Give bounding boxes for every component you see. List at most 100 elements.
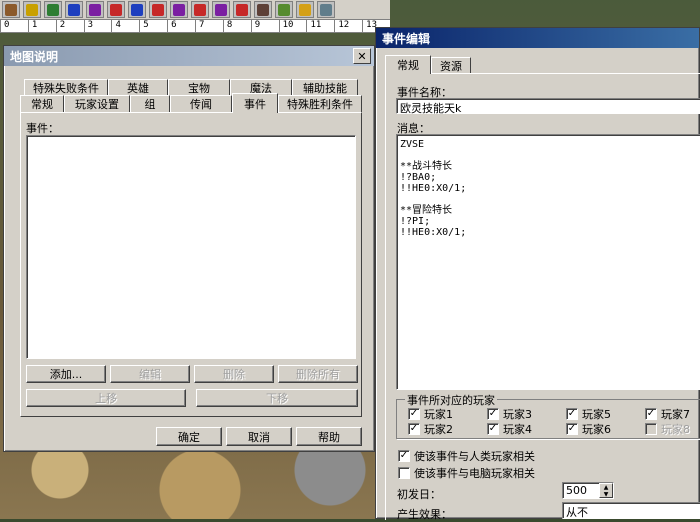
message-line: ZVSE — [400, 139, 425, 150]
pencil-icon — [26, 3, 38, 16]
ruler-tick: 1 — [27, 20, 56, 32]
toolbar-button[interactable] — [128, 1, 146, 18]
tab-event-general[interactable]: 常规 — [385, 55, 431, 74]
editor-toolbar — [0, 0, 390, 20]
ruler-tick: 10 — [278, 20, 307, 32]
tab-secondary-skills[interactable]: 辅助技能 — [292, 79, 358, 96]
message-line — [400, 194, 698, 205]
delete-all-events-button[interactable]: 删除所有 — [278, 365, 358, 383]
player-checkbox[interactable]: 玩家8 — [645, 421, 690, 437]
move-down-button[interactable]: 下移 — [196, 389, 358, 407]
message-textarea[interactable]: ZVSE **战斗特长 !?BA0; !!HE0:X0/1; **冒险特长 !?PI;… — [396, 134, 700, 390]
checkbox-label: 玩家7 — [661, 408, 690, 421]
tab-events[interactable]: 事件 — [232, 93, 278, 113]
player-checkbox[interactable]: ✓ 玩家2 — [408, 421, 453, 437]
button-label: 删除 — [223, 368, 245, 381]
toolbar-button[interactable] — [23, 1, 41, 18]
toolbar-button[interactable] — [2, 1, 20, 18]
map-ruler: 0 1 2 3 4 5 6 7 8 9 10 11 12 13 — [0, 20, 390, 33]
toolbar-button[interactable] — [296, 1, 314, 18]
human-related-checkbox[interactable]: ✓ 使该事件与人类玩家相关 — [398, 448, 535, 464]
tab-label: 特殊失败条件 — [33, 82, 99, 95]
player-checkbox[interactable]: ✓ 玩家5 — [566, 406, 611, 422]
tab-general[interactable]: 常规 — [20, 95, 64, 112]
tab-label: 常规 — [397, 59, 419, 72]
ruler-tick: 8 — [222, 20, 251, 32]
delete-event-button[interactable]: 删除 — [194, 365, 274, 383]
toolbar-button[interactable] — [86, 1, 104, 18]
events-label: 事件： — [26, 122, 59, 135]
computer-related-checkbox[interactable]: 使该事件与电脑玩家相关 — [398, 465, 535, 481]
shovel-icon — [5, 3, 17, 16]
button-label: 删除所有 — [296, 368, 340, 381]
tab-artifacts[interactable]: 宝物 — [168, 79, 230, 96]
effect-input[interactable]: 从不 — [562, 502, 700, 519]
creature-icon — [278, 3, 290, 16]
player-checkbox[interactable]: ✓ 玩家1 — [408, 406, 453, 422]
toolbar-button[interactable] — [65, 1, 83, 18]
toolbar-button[interactable] — [317, 1, 335, 18]
add-event-button[interactable]: 添加... — [26, 365, 106, 383]
checkbox-mark: ✓ — [398, 450, 410, 462]
message-line: **冒险特长 — [400, 205, 453, 216]
checkbox-label: 玩家4 — [503, 423, 532, 436]
cancel-button[interactable]: 取消 — [226, 427, 292, 446]
tab-label: 辅助技能 — [303, 82, 347, 95]
tab-heroes[interactable]: 英雄 — [108, 79, 168, 96]
building-icon — [257, 3, 269, 16]
toolbar-button[interactable] — [275, 1, 293, 18]
trophy-icon — [299, 3, 311, 16]
move-up-button[interactable]: 上移 — [26, 389, 186, 407]
close-icon[interactable]: ✕ — [353, 48, 371, 64]
toolbar-button[interactable] — [212, 1, 230, 18]
ruler-tick: 5 — [139, 20, 167, 32]
checkbox-mark — [398, 467, 410, 479]
ruler-tick: 12 — [334, 20, 362, 32]
tab-label: 英雄 — [127, 82, 149, 95]
toolbar-button[interactable] — [107, 1, 125, 18]
first-day-spinner[interactable]: ▲ ▼ — [599, 483, 613, 498]
player-checkbox[interactable]: ✓ 玩家6 — [566, 421, 611, 437]
event-name-input[interactable]: 欧灵技能天k — [396, 98, 700, 115]
player-checkbox[interactable]: ✓ 玩家4 — [487, 421, 532, 437]
event-edit-titlebar: 事件编辑 — [376, 28, 699, 48]
button-label: 下移 — [266, 392, 288, 405]
blue-flag-icon — [68, 3, 80, 16]
ruler-tick: 9 — [250, 20, 279, 32]
tab-special-defeat[interactable]: 特殊失败条件 — [24, 79, 108, 96]
ok-button[interactable]: 确定 — [156, 427, 222, 446]
tab-label: 组 — [144, 98, 156, 111]
message-line: !?PI; — [400, 216, 431, 227]
tab-special-victory[interactable]: 特殊胜利条件 — [278, 95, 362, 112]
toolbar-button[interactable] — [191, 1, 209, 18]
player-checkbox[interactable]: ✓ 玩家3 — [487, 406, 532, 422]
first-day-label: 初发日： — [397, 488, 441, 501]
effect-value: 从不 — [566, 506, 588, 519]
red-flag-icon — [236, 3, 248, 16]
toolbar-button[interactable] — [170, 1, 188, 18]
button-label: 取消 — [248, 430, 270, 444]
button-label: 添加... — [49, 368, 83, 381]
tab-player-settings[interactable]: 玩家设置 — [64, 95, 130, 112]
checkbox-mark: ✓ — [487, 423, 499, 435]
checkbox-mark: ✓ — [566, 423, 578, 435]
event-general-panel: 事件名称： 欧灵技能天k 消息： ZVSE **战斗特长 !?BA0; !!HE0:… — [385, 73, 700, 521]
tab-rumors[interactable]: 传闻 — [170, 95, 232, 112]
tab-teams[interactable]: 组 — [130, 95, 170, 112]
toolbar-button[interactable] — [254, 1, 272, 18]
toolbar-button[interactable] — [44, 1, 62, 18]
edit-event-button[interactable]: 编辑 — [110, 365, 190, 383]
tab-label: 特殊胜利条件 — [287, 98, 353, 111]
player-checkbox[interactable]: ✓ 玩家7 — [645, 406, 690, 422]
checkbox-mark: ✓ — [408, 408, 420, 420]
tab-label: 玩家设置 — [75, 98, 119, 111]
events-list[interactable] — [26, 135, 356, 359]
help-button[interactable]: 帮助 — [296, 427, 362, 446]
button-label: 编辑 — [139, 368, 161, 381]
ruler-tick: 3 — [83, 20, 112, 32]
tab-event-resources[interactable]: 资源 — [431, 57, 471, 74]
toolbar-button[interactable] — [233, 1, 251, 18]
toolbar-button[interactable] — [149, 1, 167, 18]
checkbox-label: 玩家1 — [424, 408, 453, 421]
tab-label: 资源 — [440, 60, 462, 73]
